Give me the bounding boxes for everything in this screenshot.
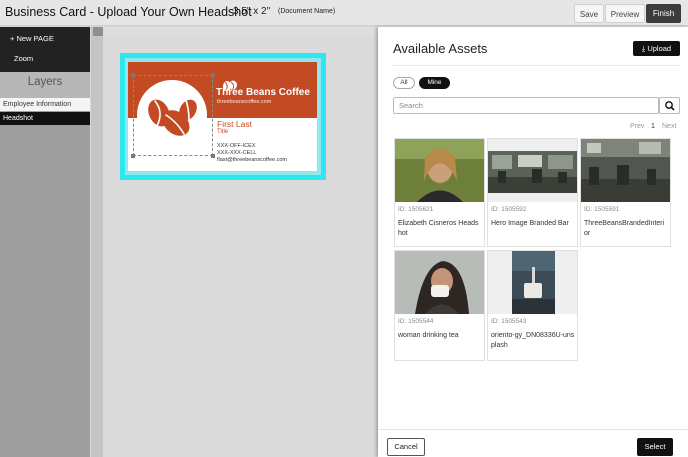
asset-name: ThreeBeansBrandedInterior — [584, 220, 665, 237]
card-office-phone[interactable]: XXX-OFF-ICEX — [217, 143, 256, 149]
filter-mine-button[interactable]: Mine — [419, 77, 450, 89]
assets-title: Available Assets — [393, 41, 488, 56]
pager-prev[interactable]: Prev — [630, 123, 644, 130]
headshot-selection-box[interactable] — [133, 75, 213, 156]
asset-card[interactable]: ID: 1505621 Elizabeth Cisneros Headshot — [394, 138, 485, 247]
search-icon — [665, 101, 675, 111]
page-title: Business Card - Upload Your Own Headshot — [5, 5, 252, 19]
ruler-corner — [93, 27, 103, 36]
asset-thumbnail — [488, 251, 577, 314]
resize-handle[interactable] — [131, 73, 135, 77]
search-input[interactable] — [393, 97, 659, 114]
asset-thumbnail — [581, 139, 670, 202]
asset-card[interactable]: ID: 1505543 oriento-gy_DN08336U-unsplash — [487, 250, 578, 361]
asset-name: Elizabeth Cisneros Headshot — [398, 220, 479, 237]
finish-button[interactable]: Finish — [646, 4, 681, 23]
card-email[interactable]: flast@threebeanscoffee.com — [217, 157, 287, 163]
card-person-name[interactable]: First Last — [217, 119, 252, 129]
pager-next[interactable]: Next — [662, 123, 676, 130]
asset-card[interactable]: ID: 1505591 ThreeBeansBrandedInterior — [580, 138, 671, 247]
vertical-ruler — [91, 27, 103, 457]
select-button[interactable]: Select — [637, 438, 673, 456]
asset-card[interactable]: ID: 1505544 woman drinking tea — [394, 250, 485, 361]
layer-item-employee-information[interactable]: Employee Information — [0, 98, 90, 111]
top-bar: Business Card - Upload Your Own Headshot… — [0, 0, 688, 26]
asset-id: ID: 1505544 — [398, 318, 434, 325]
asset-name: Hero Image Branded Bar — [491, 220, 569, 227]
document-name[interactable]: (Document Name) — [278, 8, 335, 15]
asset-id: ID: 1505543 — [491, 318, 527, 325]
card-size-label: 3.5" x 2" — [233, 6, 271, 17]
upload-icon: ⤓ — [641, 44, 646, 53]
asset-name: oriento-gy_DN08336U-unsplash — [491, 332, 575, 349]
card-brand-url: threebeanscoffee.com — [217, 99, 272, 105]
horizontal-ruler — [103, 27, 378, 36]
card-brand-name: Three Beans Coffee — [216, 87, 310, 98]
upload-label: Upload — [647, 44, 672, 53]
pager-current-page: 1 — [651, 123, 655, 130]
card-person-title[interactable]: Title — [217, 129, 228, 135]
left-panel: + New PAGE Zoom Layers Employee Informat… — [0, 27, 90, 457]
upload-button[interactable]: ⤓ Upload — [633, 41, 680, 56]
asset-thumbnail — [395, 251, 484, 314]
resize-handle[interactable] — [131, 154, 135, 158]
divider — [393, 65, 680, 66]
assets-panel: Available Assets ⤓ Upload All Mine Prev … — [378, 27, 688, 457]
zoom-button[interactable]: Zoom — [0, 54, 90, 63]
asset-card[interactable]: ID: 1505592 Hero Image Branded Bar — [487, 138, 578, 247]
asset-thumbnail — [488, 139, 577, 202]
resize-handle[interactable] — [211, 73, 215, 77]
asset-id: ID: 1505621 — [398, 206, 434, 213]
asset-id: ID: 1505591 — [584, 206, 620, 213]
new-page-button[interactable]: + New PAGE — [0, 34, 90, 43]
filter-all-button[interactable]: All — [393, 77, 415, 89]
save-button[interactable]: Save — [574, 4, 604, 23]
layer-item-headshot[interactable]: Headshot — [0, 112, 90, 125]
asset-thumbnail — [395, 139, 484, 202]
layers-heading: Layers — [0, 72, 90, 98]
cancel-button[interactable]: Cancel — [387, 438, 425, 456]
preview-button[interactable]: Preview — [605, 4, 645, 23]
search-button[interactable] — [659, 97, 680, 114]
divider — [378, 429, 688, 430]
resize-handle[interactable] — [211, 154, 215, 158]
asset-name: woman drinking tea — [398, 332, 459, 339]
page-menu: + New PAGE Zoom — [0, 27, 90, 72]
card-cell-phone[interactable]: XXX-XXX-CELL — [217, 150, 256, 156]
asset-id: ID: 1505592 — [491, 206, 527, 213]
